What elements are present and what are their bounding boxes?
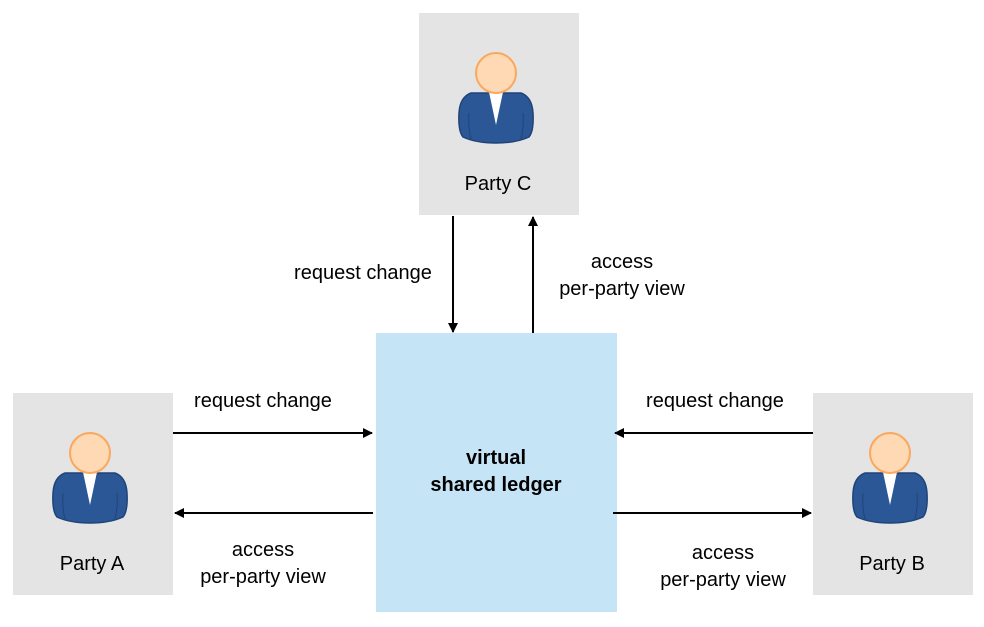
diagram: Party C Party A Party B virtual shared l… <box>13 13 973 612</box>
b-access-label-2: per-party view <box>660 569 786 591</box>
party-a-label: Party A <box>60 553 125 575</box>
c-request-label: request change <box>294 262 432 284</box>
party-c-node: Party C <box>419 13 579 215</box>
ledger-label-line2: shared ledger <box>430 474 561 496</box>
a-request-label: request change <box>194 390 332 412</box>
party-a-node: Party A <box>13 393 173 595</box>
party-c-label: Party C <box>465 173 532 195</box>
b-access-label-1: access <box>692 542 754 564</box>
a-access-label-1: access <box>232 539 294 561</box>
ledger-label-line1: virtual <box>466 447 526 469</box>
b-request-label: request change <box>646 390 784 412</box>
party-b-label: Party B <box>859 553 925 575</box>
party-b-node: Party B <box>813 393 973 595</box>
c-access-label-2: per-party view <box>559 278 685 300</box>
virtual-shared-ledger-node: virtual shared ledger <box>376 333 617 612</box>
a-access-label-2: per-party view <box>200 566 326 588</box>
c-access-label-1: access <box>591 251 653 273</box>
